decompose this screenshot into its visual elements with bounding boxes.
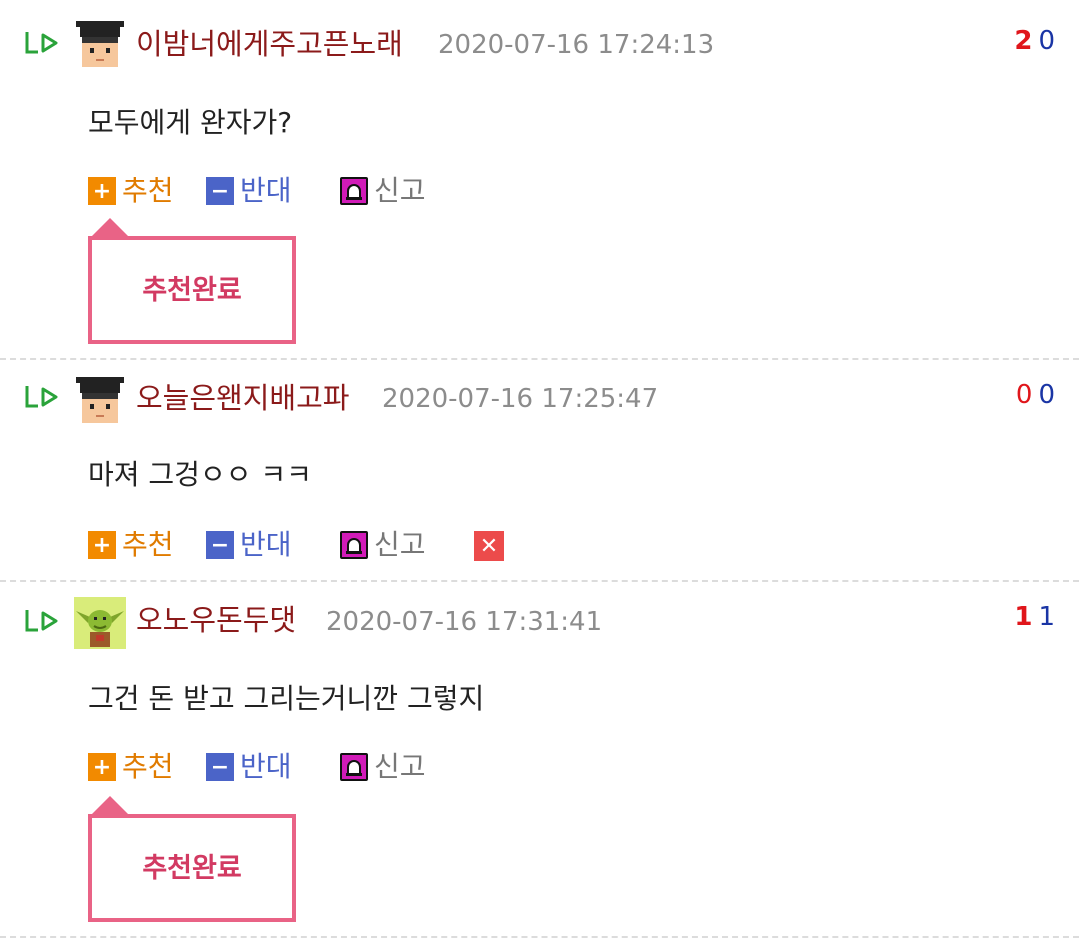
- comment-text: 그건 돈 받고 그리는거니깐 그렇지: [88, 682, 485, 715]
- minus-icon: −: [206, 753, 234, 781]
- oppose-label: 반대: [240, 174, 292, 207]
- plus-icon: +: [88, 177, 116, 205]
- oppose-label: 반대: [240, 750, 292, 783]
- plus-icon: +: [88, 531, 116, 559]
- comment-divider: [0, 936, 1079, 938]
- report-label: 신고: [374, 528, 426, 561]
- popup-message: 추천완료: [142, 853, 242, 884]
- delete-button[interactable]: ✕: [474, 531, 504, 561]
- comment-item: 오늘은왠지배고파 2020-07-16 17:25:47 00 마져 그겅ㅇㅇ …: [0, 360, 1079, 580]
- graduate-avatar-icon[interactable]: [74, 374, 126, 426]
- comment-nickname[interactable]: 이밤너에게주고픈노래: [136, 27, 403, 61]
- report-button[interactable]: 신고: [340, 174, 426, 208]
- recommend-button[interactable]: + 추천: [88, 174, 174, 208]
- recommend-label: 추천: [122, 528, 174, 561]
- comment-item: 이밤너에게주고픈노래 2020-07-16 17:24:13 20 모두에게 완…: [0, 0, 1079, 358]
- oppose-button[interactable]: − 반대: [206, 174, 292, 208]
- comment-text: 모두에게 완자가?: [88, 106, 293, 139]
- comment-nickname[interactable]: 오늘은왠지배고파: [136, 381, 349, 415]
- downvote-count: 0: [1038, 380, 1055, 410]
- upvote-count: 0: [1015, 380, 1033, 410]
- vote-counts: 11: [1014, 600, 1055, 634]
- comment-actions: + 추천 − 반대 신고: [88, 750, 588, 784]
- comment-date: 2020-07-16 17:31:41: [326, 607, 603, 637]
- report-button[interactable]: 신고: [340, 528, 426, 562]
- comment-nickname[interactable]: 오노우돈두댓: [136, 603, 296, 637]
- comment-actions: + 추천 − 반대 신고: [88, 174, 588, 208]
- popup-pointer: [88, 218, 132, 240]
- recommend-button[interactable]: + 추천: [88, 750, 174, 784]
- report-label: 신고: [374, 750, 426, 783]
- upvote-count: 2: [1014, 26, 1033, 56]
- reply-arrow-icon: [25, 32, 58, 54]
- upvote-count: 1: [1014, 602, 1033, 632]
- siren-icon: [340, 531, 368, 559]
- goblin-avatar-icon[interactable]: [74, 597, 126, 649]
- siren-icon: [340, 753, 368, 781]
- recommend-button[interactable]: + 추천: [88, 528, 174, 562]
- vote-counts: 20: [1014, 24, 1055, 58]
- recommend-complete-popup: 추천완료: [88, 218, 296, 344]
- oppose-button[interactable]: − 반대: [206, 528, 292, 562]
- recommend-complete-popup: 추천완료: [88, 796, 296, 922]
- comment-actions: + 추천 − 반대 신고 ✕: [88, 528, 588, 562]
- oppose-button[interactable]: − 반대: [206, 750, 292, 784]
- graduate-avatar-icon[interactable]: [74, 18, 126, 70]
- vote-counts: 00: [1016, 378, 1055, 412]
- recommend-label: 추천: [122, 174, 174, 207]
- minus-icon: −: [206, 531, 234, 559]
- oppose-label: 반대: [240, 528, 292, 561]
- comment-text: 마져 그겅ㅇㅇ ㅋㅋ: [88, 458, 312, 491]
- popup-pointer: [88, 796, 132, 818]
- downvote-count: 1: [1038, 602, 1055, 632]
- siren-icon: [340, 177, 368, 205]
- recommend-label: 추천: [122, 750, 174, 783]
- report-button[interactable]: 신고: [340, 750, 426, 784]
- popup-message: 추천완료: [142, 275, 242, 306]
- comment-date: 2020-07-16 17:24:13: [438, 30, 715, 60]
- comment-date: 2020-07-16 17:25:47: [382, 384, 659, 414]
- downvote-count: 0: [1038, 26, 1055, 56]
- minus-icon: −: [206, 177, 234, 205]
- reply-arrow-icon: [25, 386, 58, 408]
- plus-icon: +: [88, 753, 116, 781]
- reply-arrow-icon: [25, 610, 58, 632]
- report-label: 신고: [374, 174, 426, 207]
- comment-item: 오노우돈두댓 2020-07-16 17:31:41 11 그건 돈 받고 그리…: [0, 582, 1079, 936]
